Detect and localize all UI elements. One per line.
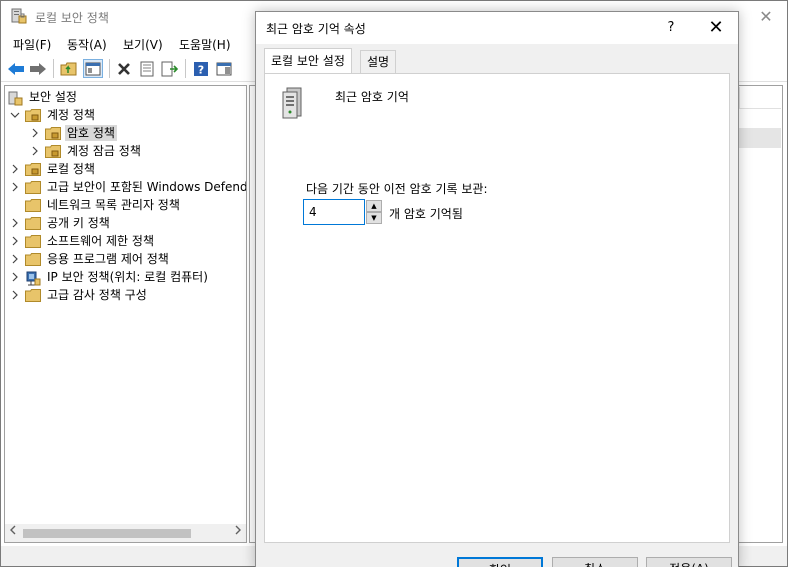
ip-security-icon — [25, 271, 41, 285]
chevron-right-icon[interactable] — [9, 268, 21, 286]
scroll-left-icon[interactable] — [5, 524, 21, 542]
dialog-help-button[interactable]: ? — [656, 12, 686, 44]
export-list-icon[interactable] — [160, 59, 180, 78]
chevron-right-icon[interactable] — [9, 178, 21, 196]
scrollbar-thumb[interactable] — [23, 529, 191, 538]
folder-icon — [25, 180, 41, 194]
menu-help[interactable]: 도움말(H) — [179, 36, 231, 53]
folder-icon — [25, 252, 41, 266]
svg-text:?: ? — [198, 63, 204, 76]
password-history-input[interactable]: 4 — [303, 199, 365, 225]
tree-label: 계정 정책 — [47, 108, 95, 122]
scroll-right-icon[interactable] — [230, 524, 246, 542]
tree-item-network-list-manager[interactable]: 네트워크 목록 관리자 정책 — [9, 196, 182, 214]
tree-item-advanced-audit[interactable]: 고급 감사 정책 구성 — [9, 286, 149, 304]
tree-item-ip-security[interactable]: IP 보안 정책(위치: 로컬 컴퓨터) — [9, 268, 210, 286]
tree-label: 고급 보안이 포함된 Windows Defend — [47, 180, 247, 194]
toolbar-separator — [53, 59, 54, 78]
tree-item-public-key-policy[interactable]: 공개 키 정책 — [9, 214, 112, 232]
tree-item-account-lockout-policy[interactable]: 계정 잠금 정책 — [29, 142, 143, 160]
chevron-down-icon[interactable] — [9, 106, 21, 124]
chevron-right-icon[interactable] — [9, 250, 21, 268]
folder-lock-icon — [45, 126, 61, 140]
menu-file[interactable]: 파일(F) — [13, 36, 51, 53]
tree-item-application-control[interactable]: 응용 프로그램 제어 정책 — [9, 250, 171, 268]
tree-label: 로컬 정책 — [47, 162, 95, 176]
back-arrow-icon[interactable] — [6, 59, 26, 78]
ok-button[interactable]: 확인 — [457, 557, 543, 567]
spin-up-icon[interactable]: ▲ — [366, 200, 382, 212]
help-icon[interactable]: ? — [191, 59, 211, 78]
tab-panel: 최근 암호 기억 다음 기간 동안 이전 암호 기록 보관: 4 ▲ ▼ 개 암… — [264, 73, 730, 543]
apply-button[interactable]: 적용(A) — [646, 557, 732, 567]
up-folder-icon[interactable] — [59, 59, 79, 78]
cancel-button[interactable]: 취소 — [552, 557, 638, 567]
folder-lock-icon — [25, 162, 41, 176]
toolbar-separator — [109, 59, 110, 78]
chevron-right-icon[interactable] — [9, 214, 21, 232]
tree-item-software-restriction[interactable]: 소프트웨어 제한 정책 — [9, 232, 156, 250]
tree-label: 응용 프로그램 제어 정책 — [47, 252, 169, 266]
tree-item-local-policy[interactable]: 로컬 정책 — [9, 160, 97, 178]
tab-local-security-setting[interactable]: 로컬 보안 설정 — [264, 48, 352, 73]
chevron-right-icon[interactable] — [29, 142, 41, 160]
details-column-header — [739, 87, 781, 109]
unit-label: 개 암호 기억됨 — [389, 207, 463, 221]
chevron-right-icon[interactable] — [9, 232, 21, 250]
security-policy-app-icon — [11, 8, 27, 25]
chevron-right-icon[interactable] — [9, 160, 21, 178]
folder-lock-icon — [45, 144, 61, 158]
folder-icon — [25, 198, 41, 212]
folder-icon — [25, 234, 41, 248]
tree-label: 소프트웨어 제한 정책 — [47, 234, 154, 248]
forward-arrow-icon[interactable] — [28, 59, 48, 78]
tree-horizontal-scrollbar[interactable] — [4, 524, 247, 543]
properties-icon[interactable] — [137, 59, 157, 78]
security-settings-icon — [7, 91, 23, 105]
setting-description: 다음 기간 동안 이전 암호 기록 보관: — [306, 182, 488, 196]
delete-icon[interactable] — [114, 59, 134, 78]
tree-pane[interactable]: 보안 설정 계정 정책 암호 정책 계정 잠금 정책 로컬 정책 고급 보안이 … — [4, 85, 247, 543]
tree-item-account-policy[interactable]: 계정 정책 — [9, 106, 97, 124]
value-spinner[interactable]: ▲ ▼ — [366, 200, 382, 224]
action-pane-icon[interactable] — [214, 59, 234, 78]
chevron-right-icon[interactable] — [9, 286, 21, 304]
main-close-button[interactable]: ✕ — [745, 1, 787, 32]
tree-label: 보안 설정 — [29, 90, 77, 104]
dialog-title: 최근 암호 기억 속성 — [266, 22, 366, 36]
details-selected-row — [739, 128, 781, 148]
tab-explain[interactable]: 설명 — [360, 50, 397, 74]
tree-label: 계정 잠금 정책 — [67, 144, 141, 158]
folder-icon — [25, 216, 41, 230]
tree-label: 암호 정책 — [65, 125, 117, 141]
tree-item-windows-defender-firewall[interactable]: 고급 보안이 포함된 Windows Defend — [9, 178, 247, 196]
window-title: 로컬 보안 정책 — [35, 11, 109, 25]
chevron-right-icon[interactable] — [29, 124, 41, 142]
properties-dialog: 최근 암호 기억 속성 ? ✕ 로컬 보안 설정 설명 최근 암호 기억 다음 … — [255, 11, 739, 567]
tree-item-security-settings[interactable]: 보안 설정 — [7, 88, 79, 106]
menu-action[interactable]: 동작(A) — [67, 36, 107, 53]
folder-lock-icon — [25, 108, 41, 122]
menu-view[interactable]: 보기(V) — [123, 36, 163, 53]
spin-down-icon[interactable]: ▼ — [366, 212, 382, 224]
toolbar-separator — [185, 59, 186, 78]
tree-label: 공개 키 정책 — [47, 216, 110, 230]
policy-name: 최근 암호 기억 — [335, 90, 409, 104]
tree-label: IP 보안 정책(위치: 로컬 컴퓨터) — [47, 270, 208, 284]
dialog-titlebar[interactable]: 최근 암호 기억 속성 ? ✕ — [256, 12, 738, 44]
server-icon — [279, 86, 311, 120]
show-tree-icon[interactable] — [83, 59, 103, 78]
dialog-close-button[interactable]: ✕ — [696, 12, 736, 44]
tree-item-password-policy[interactable]: 암호 정책 — [29, 124, 117, 142]
tree-label: 고급 감사 정책 구성 — [47, 288, 147, 302]
tree-label: 네트워크 목록 관리자 정책 — [47, 198, 180, 212]
folder-icon — [25, 288, 41, 302]
